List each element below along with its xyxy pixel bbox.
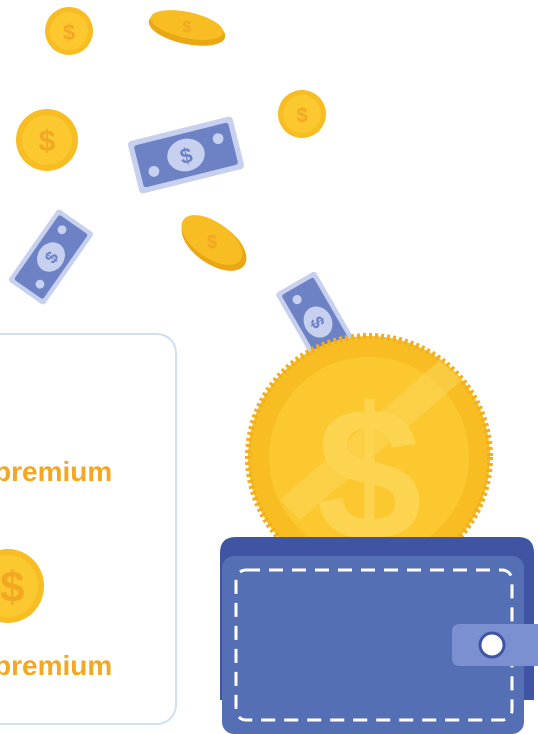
coin-icon: $ bbox=[181, 215, 247, 271]
svg-text:$: $ bbox=[296, 105, 307, 127]
coin-icon: $ bbox=[148, 10, 226, 46]
coin-icon: $ bbox=[278, 90, 326, 138]
coin-icon: $ bbox=[45, 7, 93, 55]
svg-text:$: $ bbox=[183, 19, 192, 36]
svg-text:$: $ bbox=[39, 125, 56, 158]
svg-text:$: $ bbox=[63, 20, 75, 45]
premium-label: premium bbox=[0, 650, 113, 681]
banknote-icon bbox=[127, 115, 245, 195]
svg-text:$: $ bbox=[0, 563, 24, 612]
money-illustration: $ $ $ $ $ $ $ bbox=[0, 7, 538, 734]
premium-label: premium bbox=[0, 456, 113, 487]
coin-icon: $ bbox=[16, 109, 78, 171]
wallet-icon bbox=[220, 537, 538, 734]
coin-icon: $ bbox=[0, 549, 44, 623]
svg-text:$: $ bbox=[207, 232, 217, 252]
banknote-icon bbox=[7, 208, 95, 306]
